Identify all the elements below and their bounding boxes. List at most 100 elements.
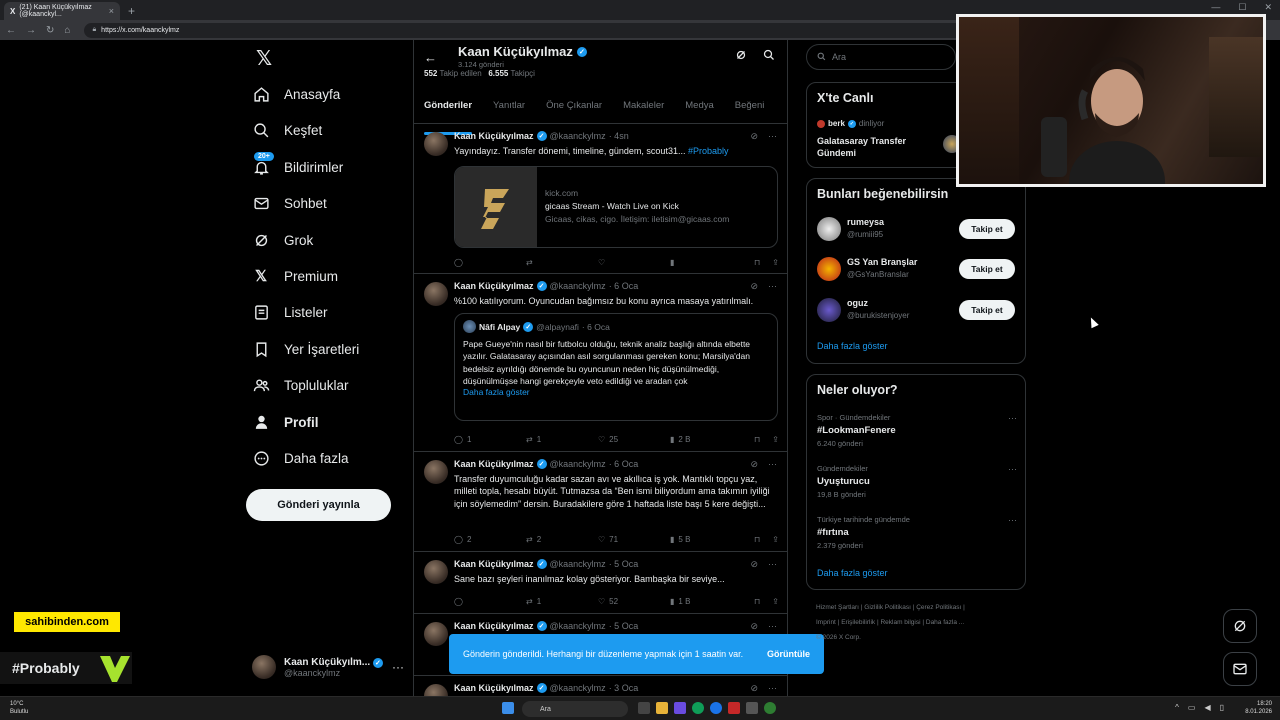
like-button[interactable]: ♡ 71 [598,532,670,546]
nav-item-notifications[interactable]: 20+ Bildirimler [252,152,343,181]
trend-item[interactable]: Türkiye tarihinde gündemde #fırtına 2.37… [817,515,1017,550]
minimize-icon[interactable]: — [1211,2,1220,13]
tweet[interactable]: Kaan Küçükyılmaz ✓ @kaanckylmz · 3 Oca ⊘… [414,676,787,696]
more-dots-icon[interactable]: ··· [768,683,777,694]
tweet-time[interactable]: · 5 Oca [609,621,639,631]
tweet-time[interactable]: · 5 Oca [609,559,639,569]
post-button[interactable]: Gönderi yayınla [246,489,391,521]
quoted-tweet[interactable]: Nâfi Alpay ✓ @alpaynafi · 6 Oca Pape Gue… [454,313,778,421]
grok-icon[interactable]: ⊘ [750,281,758,292]
like-button[interactable]: ♡ [598,255,670,269]
reply-button[interactable]: ◯ [454,594,526,608]
chevron-up-icon[interactable]: ^ [1175,703,1179,712]
tab-articles[interactable]: Makaleler [623,92,664,123]
avatar[interactable] [424,622,448,646]
nav-item-lists[interactable]: Listeler [252,298,328,326]
forward-arrow-icon[interactable]: → [26,25,36,36]
like-button[interactable]: ♡ 52 [598,594,670,608]
grok-icon[interactable]: ⊘ [750,459,758,470]
follow-button[interactable]: Takip et [959,300,1015,320]
tweet[interactable]: Kaan Küçükyılmaz ✓ @kaanckylmz · 5 Oca ⊘… [414,552,787,614]
reload-icon[interactable]: ↻ [46,25,54,36]
tab-media[interactable]: Medya [685,92,714,123]
home-browser-icon[interactable]: ⌂ [64,25,70,36]
nav-item-profile[interactable]: Profil [252,408,319,436]
more-dots-icon[interactable]: ··· [768,281,777,292]
share-icon[interactable]: ⇪ [772,594,779,608]
avatar[interactable] [817,217,841,241]
taskbar-search[interactable]: Ara [522,701,628,717]
back-arrow-icon[interactable]: ← [424,50,437,65]
trend-item[interactable]: Spor · Gündemdekiler #LookmanFenere 6.24… [817,413,1017,448]
bookmark-icon[interactable]: ⊓ [754,255,760,269]
tweet-author-name[interactable]: Kaan Küçükyılmaz [454,621,534,631]
reply-button[interactable]: ◯ 1 [454,432,526,446]
nav-item-home[interactable]: Anasayfa [252,80,340,108]
tweet-time[interactable]: · 6 Oca [609,281,639,291]
close-tab-icon[interactable]: × [109,6,114,16]
avatar[interactable] [424,282,448,306]
messages-floating-button[interactable] [1223,652,1257,686]
tab-replies[interactable]: Yanıtlar [493,92,525,123]
share-icon[interactable]: ⇪ [772,255,779,269]
live-space-title[interactable]: Galatasaray Transfer Gündemi [817,135,927,159]
url-field[interactable]: 🔒︎ https://x.com/kaanckylmz [84,22,1025,38]
avatar[interactable] [817,298,841,322]
close-window-icon[interactable]: ✕ [1264,2,1272,13]
search-icon[interactable] [763,49,775,64]
suggest-user[interactable]: rumeysa @rumiii95 [847,217,884,239]
footer-link[interactable]: Daha fazla ... [926,619,964,626]
footer-link[interactable]: Reklam bilgisi [880,619,920,626]
suggest-user[interactable]: oguz @burukistenjoyer [847,298,909,320]
repost-button[interactable]: ⇄ 1 [526,594,598,608]
tweet-author-name[interactable]: Kaan Küçükyılmaz [454,683,534,693]
x-logo-icon[interactable]: 𝕏 [252,46,276,70]
tab-likes[interactable]: Beğeni [735,92,765,123]
tweet[interactable]: Kaan Küçükyılmaz ✓ @kaanckylmz · 6 Oca ⊘… [414,452,787,552]
weather-widget[interactable]: 10°C Bulutlu [10,700,28,716]
avatar[interactable] [424,684,448,696]
avatar[interactable] [424,560,448,584]
task-view-icon[interactable] [638,702,650,714]
more-dots-icon[interactable]: ··· [768,559,777,570]
app-icon[interactable] [674,702,686,714]
more-dots-icon[interactable]: ··· [392,660,404,674]
tweet[interactable]: Kaan Küçükyılmaz ✓ @kaanckylmz · 6 Oca ⊘… [414,274,787,452]
footer-link[interactable]: Çerez Politikası [916,604,961,611]
tweet-author-name[interactable]: Kaan Küçükyılmaz [454,131,534,141]
tweet-time[interactable]: · 4sn [609,131,629,141]
tweet[interactable]: Kaan Küçükyılmaz ✓ @kaanckylmz · 4sn ⊘ ··… [414,124,787,274]
more-dots-icon[interactable]: ··· [1008,413,1017,423]
back-arrow-icon[interactable]: ← [6,25,16,36]
new-tab-icon[interactable]: + [128,2,135,20]
footer-link[interactable]: Hizmet Şartları [816,604,859,611]
show-more-link[interactable]: Daha fazla göster [817,341,888,351]
share-icon[interactable]: ⇪ [772,532,779,546]
followers-count[interactable]: 6.555 [488,69,508,78]
view-post-button[interactable]: Görüntüle [767,648,810,660]
grok-icon[interactable] [735,49,747,64]
chrome-browser-icon[interactable] [710,702,722,714]
more-dots-icon[interactable]: ··· [1008,515,1017,525]
grok-icon[interactable]: ⊘ [750,683,758,694]
grok-floating-button[interactable] [1223,609,1257,643]
tweet-time[interactable]: · 3 Oca [609,683,639,693]
trend-item[interactable]: Gündemdekiler Uyuşturucu 19,8 B gönderi … [817,464,1017,499]
tweet-author-name[interactable]: Kaan Küçükyılmaz [454,559,534,569]
tweet-author-name[interactable]: Kaan Küçükyılmaz [454,281,534,291]
bookmark-icon[interactable]: ⊓ [754,594,760,608]
edge-browser-icon[interactable] [692,702,704,714]
volume-icon[interactable]: ◀ [1204,703,1210,712]
repost-button[interactable]: ⇄ 2 [526,532,598,546]
like-button[interactable]: ♡ 25 [598,432,670,446]
bookmark-icon[interactable]: ⊓ [754,432,760,446]
tab-highlights[interactable]: Öne Çıkanlar [546,92,602,123]
footer-link[interactable]: Imprint [816,619,836,626]
following-count[interactable]: 552 [424,69,437,78]
browser-tab[interactable]: X (21) Kaan Küçükyılmaz (@kaanckyl... × [4,2,120,20]
app-icon[interactable] [746,702,758,714]
nav-item-more[interactable]: Daha fazla [252,444,349,472]
battery-icon[interactable]: ▯ [1220,703,1224,712]
search-input[interactable]: Ara [806,44,956,70]
network-icon[interactable]: ▭ [1188,703,1196,712]
